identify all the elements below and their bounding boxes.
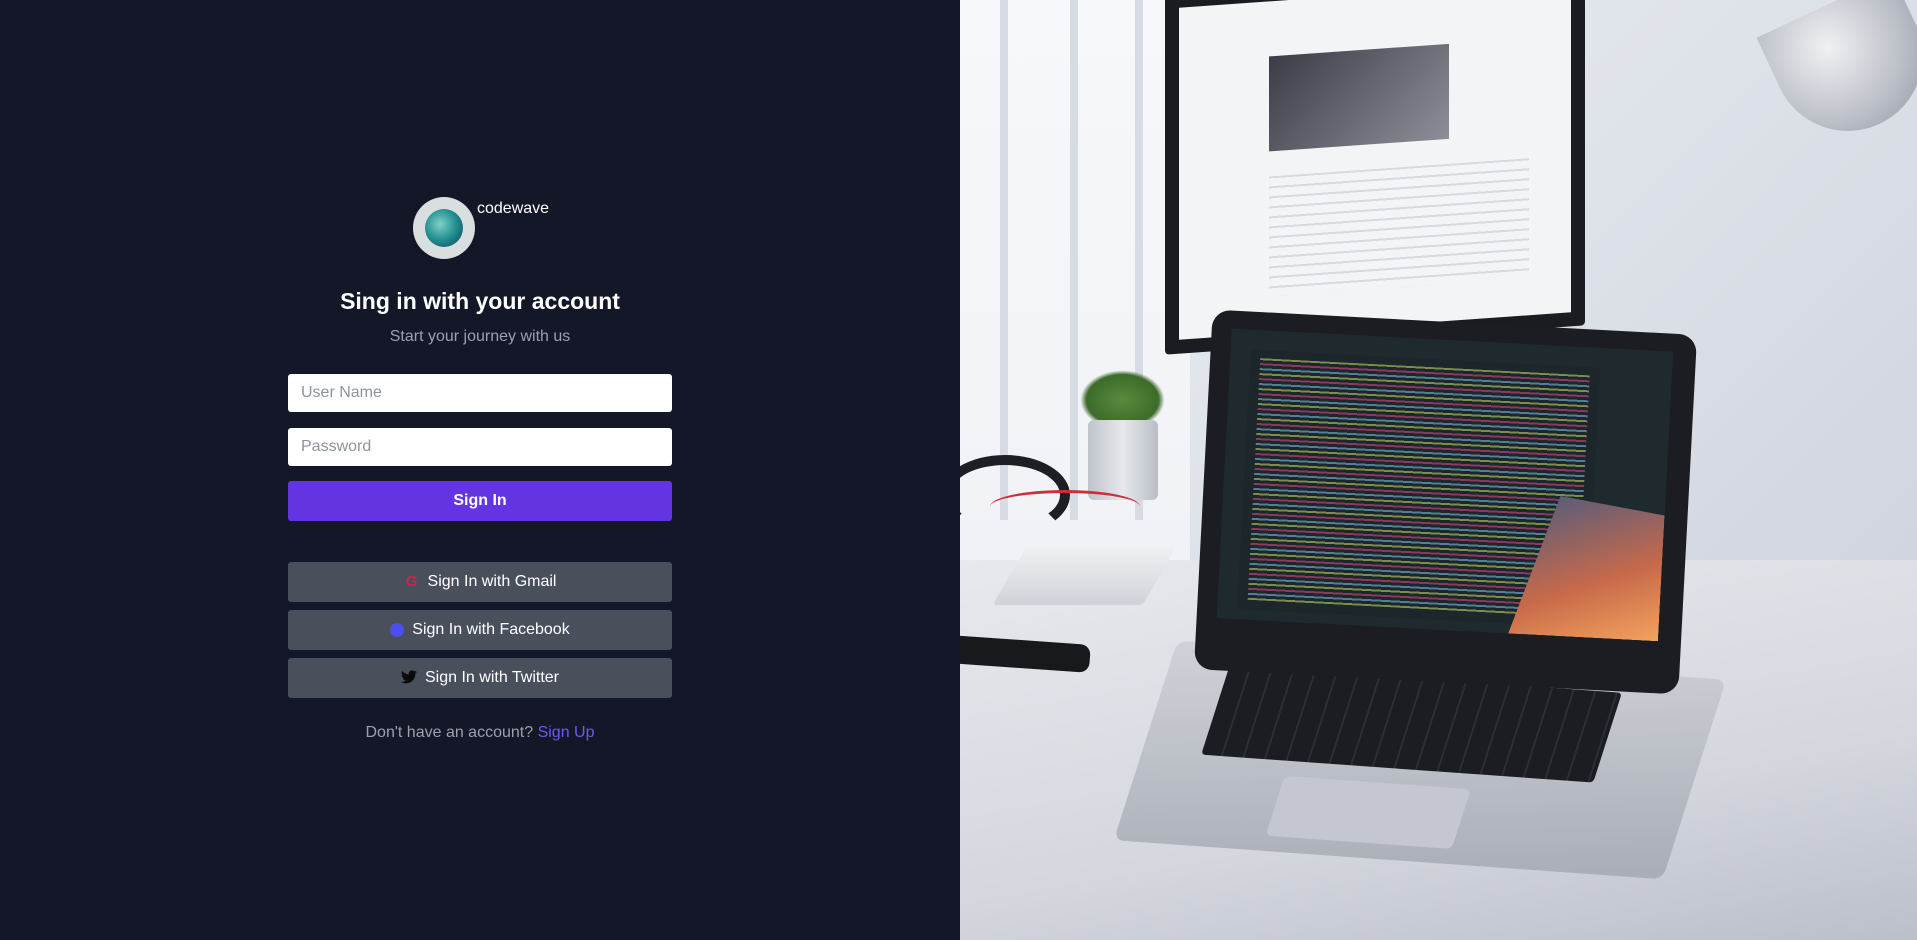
laptop-lid bbox=[1193, 309, 1698, 695]
sign-in-twitter-button[interactable]: Sign In with Twitter bbox=[288, 658, 672, 698]
twitter-icon bbox=[401, 670, 417, 686]
window-frame bbox=[1000, 0, 1008, 520]
brand-name: codewave bbox=[477, 200, 550, 217]
google-icon: G bbox=[405, 573, 418, 590]
sign-in-facebook-button[interactable]: Sign In with Facebook bbox=[288, 610, 672, 650]
page-subtitle: Start your journey with us bbox=[389, 328, 571, 345]
signup-prompt-text: Don't have an account? bbox=[365, 724, 534, 741]
sign-in-gmail-button[interactable]: G Sign In with Gmail bbox=[288, 562, 672, 602]
sign-in-twitter-label: Sign In with Twitter bbox=[425, 669, 559, 686]
lamp bbox=[1756, 0, 1917, 156]
login-panel: codewave Sing in with your account Start… bbox=[0, 0, 960, 940]
monitor-text-lines bbox=[1269, 158, 1529, 297]
login-page: codewave Sing in with your account Start… bbox=[0, 0, 1917, 940]
page-title: Sing in with your account bbox=[340, 288, 620, 314]
facebook-icon bbox=[390, 623, 405, 637]
laptop-trackpad bbox=[1265, 775, 1471, 849]
logo-wave-emblem bbox=[425, 209, 463, 247]
plant-pot bbox=[1088, 420, 1158, 500]
monitor-photo bbox=[1269, 43, 1449, 152]
laptop-desk-photo bbox=[960, 0, 1917, 940]
window-frame bbox=[1070, 0, 1078, 520]
sign-in-gmail-label: Sign In with Gmail bbox=[427, 573, 557, 590]
monitor bbox=[1165, 0, 1585, 355]
signup-prompt: Don't have an account? Sign Up bbox=[0, 724, 960, 742]
sign-in-facebook-label: Sign In with Facebook bbox=[412, 621, 570, 638]
brand: codewave bbox=[413, 197, 549, 259]
sign-up-link[interactable]: Sign Up bbox=[538, 724, 595, 741]
password-input[interactable] bbox=[288, 428, 672, 466]
codewave-logo-icon bbox=[413, 197, 475, 259]
sign-in-button[interactable]: Sign In bbox=[288, 481, 672, 521]
monitor-screen bbox=[1179, 0, 1571, 340]
cable bbox=[990, 490, 1140, 523]
laptop-screen bbox=[1216, 328, 1674, 642]
username-input[interactable] bbox=[288, 374, 672, 412]
